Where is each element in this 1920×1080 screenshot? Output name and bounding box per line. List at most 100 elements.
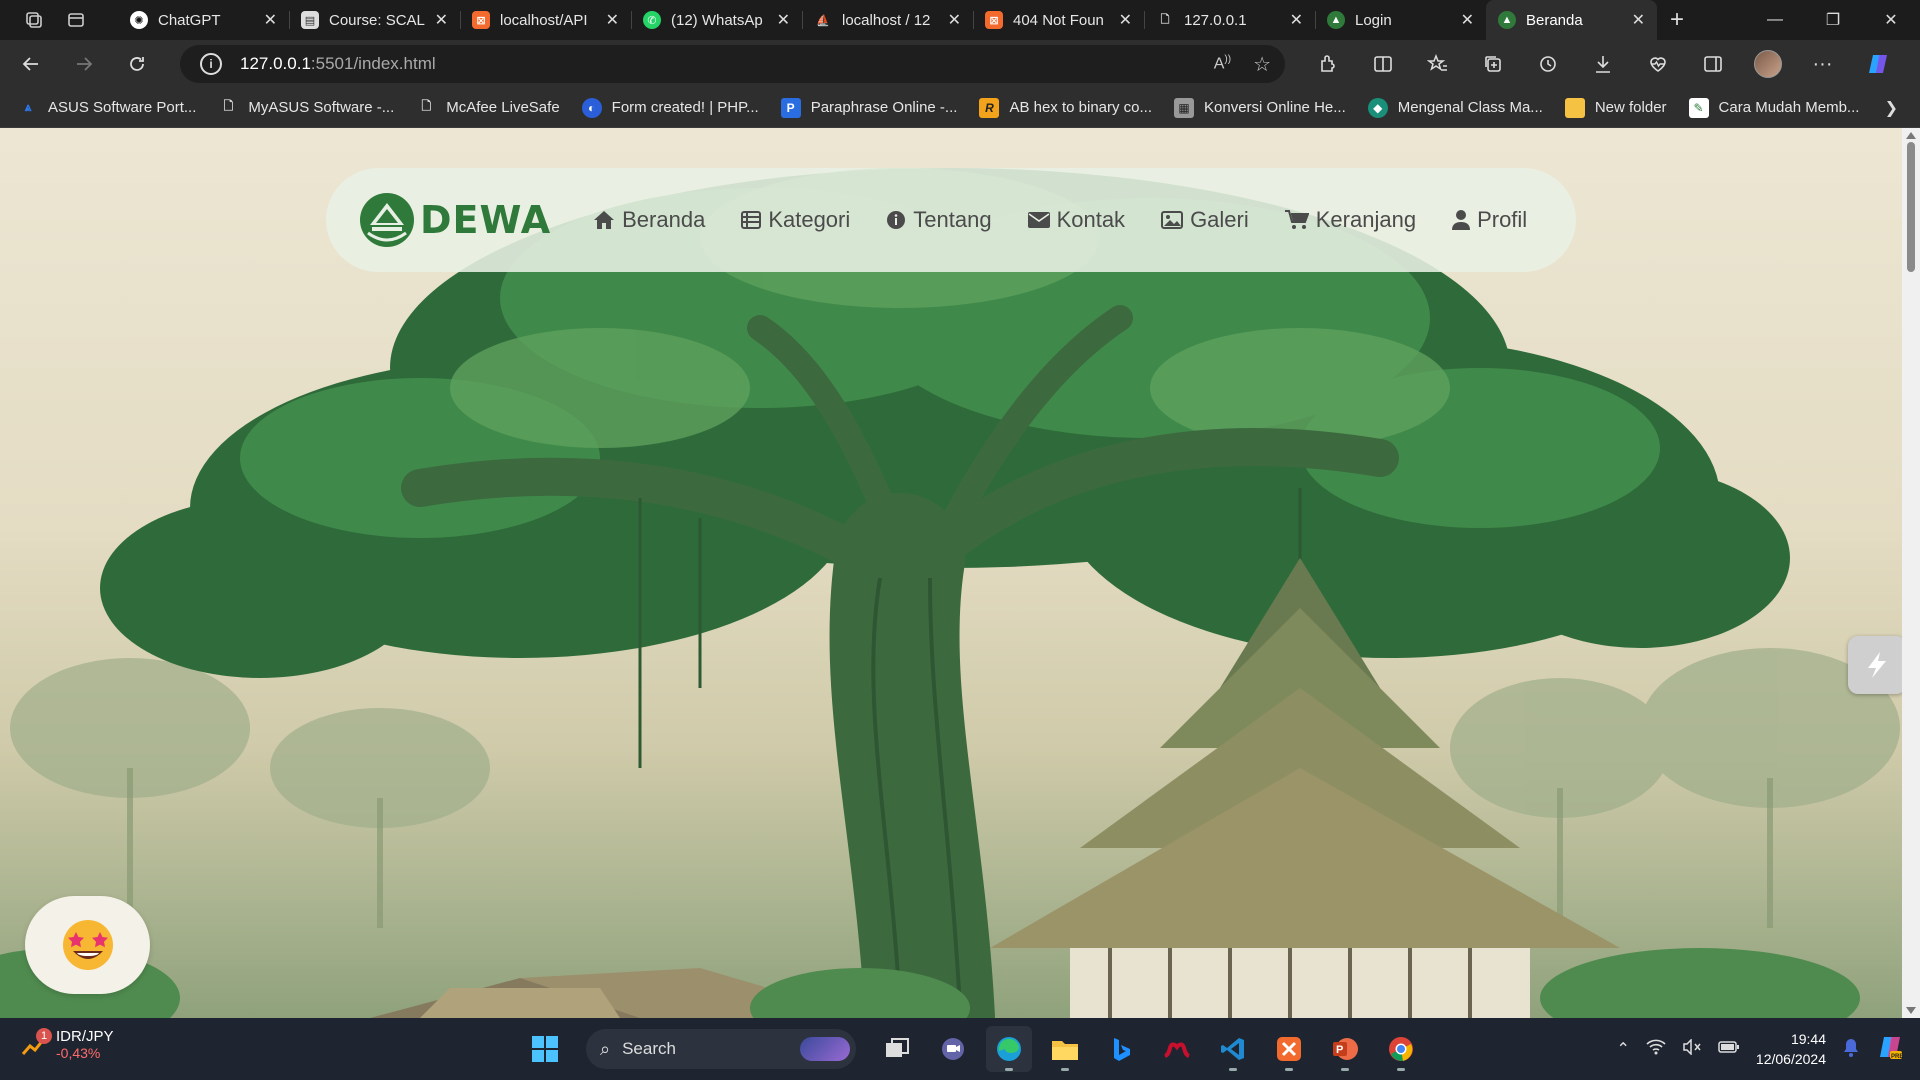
- extensions-icon[interactable]: [1300, 44, 1355, 84]
- downloads-icon[interactable]: [1575, 44, 1630, 84]
- copilot-icon[interactable]: [1850, 44, 1905, 84]
- notification-bell-icon[interactable]: [1842, 1037, 1860, 1062]
- history-icon[interactable]: [1520, 44, 1575, 84]
- scrollbar-thumb[interactable]: [1907, 142, 1915, 272]
- address-bar[interactable]: i 127.0.0.1:5501/index.html A)) ☆: [180, 45, 1285, 83]
- close-tab-icon[interactable]: ✕: [1461, 10, 1474, 30]
- browser-tab-bar: ✺ ChatGPT ✕ ▤ Course: SCAL ✕ ⊠ localhost…: [0, 0, 1920, 40]
- menu-beranda[interactable]: Beranda: [593, 207, 705, 233]
- bookmark-konversi[interactable]: ▦ Konversi Online He...: [1174, 97, 1346, 118]
- ticker-change: -0,43%: [56, 1045, 101, 1061]
- profile-avatar[interactable]: [1740, 44, 1795, 84]
- scroll-down-icon[interactable]: [1906, 1007, 1916, 1014]
- windows-start-icon[interactable]: [522, 1026, 568, 1072]
- workspaces-icon[interactable]: [16, 4, 52, 36]
- side-floating-widget[interactable]: [1848, 636, 1902, 694]
- bookmark-asus[interactable]: ⩓ ASUS Software Port...: [18, 98, 197, 118]
- menu-kontak[interactable]: Kontak: [1027, 207, 1125, 233]
- read-aloud-icon[interactable]: A)): [1214, 54, 1231, 73]
- restore-icon[interactable]: ❐: [1804, 0, 1862, 40]
- bing-icon[interactable]: [1098, 1026, 1144, 1072]
- site-info-icon[interactable]: i: [200, 53, 222, 75]
- browser-essentials-icon[interactable]: [1630, 44, 1685, 84]
- close-tab-icon[interactable]: ✕: [435, 10, 448, 30]
- tab-course[interactable]: ▤ Course: SCAL ✕: [289, 0, 460, 40]
- menu-tentang[interactable]: Tentang: [886, 207, 992, 233]
- volume-muted-icon[interactable]: [1682, 1037, 1702, 1060]
- favorites-icon[interactable]: [1410, 44, 1465, 84]
- form-icon: ◐: [581, 97, 602, 118]
- bookmark-form-created[interactable]: ◐ Form created! | PHP...: [581, 97, 759, 118]
- teams-chat-icon[interactable]: [930, 1026, 976, 1072]
- system-clock[interactable]: 19:44 12/06/2024: [1756, 1029, 1826, 1069]
- asus-icon: ⩓: [24, 100, 32, 114]
- market-widget[interactable]: 1 IDR/JPY -0,43%: [20, 1027, 114, 1061]
- close-tab-icon[interactable]: ✕: [264, 10, 277, 30]
- menu-kategori[interactable]: Kategori: [741, 207, 850, 233]
- back-icon[interactable]: [9, 44, 53, 84]
- tab-404[interactable]: ⊠ 404 Not Foun ✕: [973, 0, 1144, 40]
- menu-keranjang[interactable]: Keranjang: [1284, 207, 1416, 233]
- more-options-icon[interactable]: ···: [1795, 44, 1850, 84]
- close-tab-icon[interactable]: ✕: [1632, 10, 1645, 30]
- split-screen-icon[interactable]: [1355, 44, 1410, 84]
- chrome-icon[interactable]: [1378, 1026, 1424, 1072]
- tab-login[interactable]: ▲ Login ✕: [1315, 0, 1486, 40]
- favorite-star-icon[interactable]: ☆: [1253, 52, 1271, 77]
- tab-127[interactable]: 🗋 127.0.0.1 ✕: [1144, 0, 1315, 40]
- bookmark-mengenal-class[interactable]: ◆ Mengenal Class Ma...: [1367, 97, 1543, 118]
- tab-whatsapp[interactable]: ✆ (12) WhatsAp ✕: [631, 0, 802, 40]
- close-window-icon[interactable]: ✕: [1862, 0, 1920, 40]
- forward-icon[interactable]: [62, 44, 106, 84]
- whatsapp-icon: ✆: [643, 11, 661, 29]
- page-viewport: DEWA Beranda Kategori Tentang Kontak Gal…: [0, 128, 1902, 1018]
- address-bar-actions: A)) ☆: [1214, 45, 1271, 83]
- powerpoint-icon[interactable]: P: [1322, 1026, 1368, 1072]
- scroll-up-icon[interactable]: [1906, 132, 1916, 139]
- xampp-icon[interactable]: [1266, 1026, 1312, 1072]
- bookmark-hex-to-binary[interactable]: R AB hex to binary co...: [979, 97, 1152, 118]
- page-scrollbar[interactable]: [1902, 128, 1920, 1018]
- file-explorer-icon[interactable]: [1042, 1026, 1088, 1072]
- close-tab-icon[interactable]: ✕: [777, 10, 790, 30]
- tab-phpmyadmin[interactable]: ⛵ localhost / 12 ✕: [802, 0, 973, 40]
- sidebar-panel-icon[interactable]: [1685, 44, 1740, 84]
- paraphrase-icon: P: [780, 97, 801, 118]
- bookmark-mcafee[interactable]: 🗋 McAfee LiveSafe: [416, 98, 559, 118]
- chevron-right-icon[interactable]: ❯: [1885, 98, 1898, 118]
- edge-browser-icon[interactable]: [986, 1026, 1032, 1072]
- tab-localhost-api[interactable]: ⊠ localhost/API ✕: [460, 0, 631, 40]
- mendeley-icon[interactable]: [1154, 1026, 1200, 1072]
- close-tab-icon[interactable]: ✕: [1119, 10, 1132, 30]
- refresh-icon[interactable]: [115, 44, 159, 84]
- tab-chatgpt[interactable]: ✺ ChatGPT ✕: [118, 0, 289, 40]
- close-tab-icon[interactable]: ✕: [1290, 10, 1303, 30]
- task-view-icon[interactable]: [874, 1026, 920, 1072]
- list-icon: [741, 211, 762, 229]
- bookmark-cara-mudah[interactable]: ✎ Cara Mudah Memb...: [1688, 97, 1859, 118]
- close-tab-icon[interactable]: ✕: [948, 10, 961, 30]
- search-label: Search: [622, 1039, 676, 1058]
- bookmark-new-folder[interactable]: ▬ New folder: [1564, 97, 1667, 118]
- bookmark-myasus[interactable]: 🗋 MyASUS Software -...: [218, 98, 395, 118]
- tab-beranda[interactable]: ▲ Beranda ✕: [1486, 0, 1657, 40]
- battery-icon[interactable]: [1718, 1040, 1740, 1059]
- new-tab-button[interactable]: +: [1657, 0, 1697, 40]
- phpmyadmin-icon: ⛵: [816, 14, 830, 27]
- collections-icon[interactable]: [1465, 44, 1520, 84]
- browser-toolbar: i 127.0.0.1:5501/index.html A)) ☆ ···: [0, 40, 1920, 88]
- floating-reaction-button[interactable]: [25, 896, 150, 994]
- site-logo[interactable]: DEWA: [358, 191, 551, 249]
- taskbar-search[interactable]: ⌕ Search: [586, 1029, 856, 1069]
- menu-galeri[interactable]: Galeri: [1161, 207, 1249, 233]
- close-tab-icon[interactable]: ✕: [606, 10, 619, 30]
- tab-actions-icon[interactable]: [58, 4, 94, 36]
- vscode-icon[interactable]: [1210, 1026, 1256, 1072]
- chevron-up-icon[interactable]: ⌃: [1617, 1039, 1630, 1059]
- menu-profil[interactable]: Profil: [1452, 207, 1527, 233]
- copilot-taskbar-icon[interactable]: PRE: [1876, 1033, 1904, 1066]
- wifi-icon[interactable]: [1646, 1039, 1666, 1060]
- bookmark-paraphrase[interactable]: P Paraphrase Online -...: [780, 97, 957, 118]
- svg-text:P: P: [1336, 1044, 1343, 1056]
- minimize-icon[interactable]: —: [1746, 0, 1804, 40]
